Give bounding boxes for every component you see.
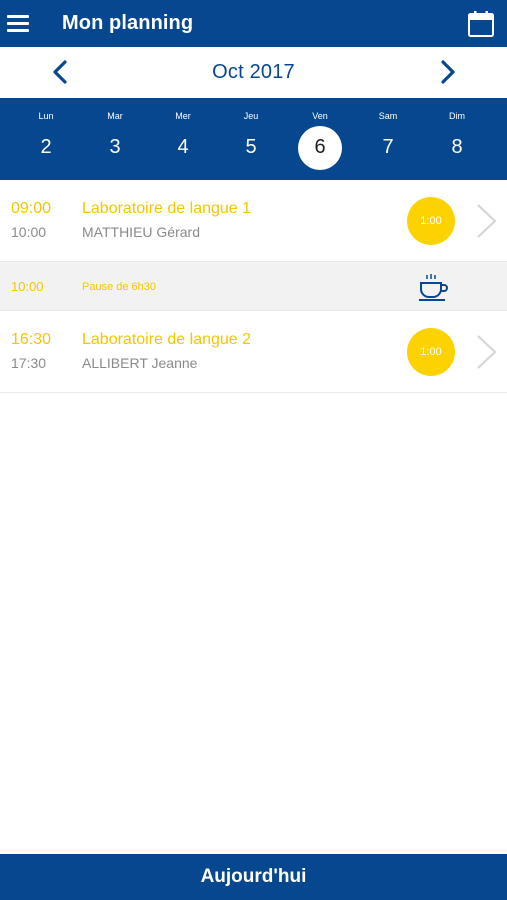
month-label: Oct 2017 xyxy=(212,61,295,83)
calendar-icon[interactable] xyxy=(467,10,495,38)
duration-badge: 1:00 xyxy=(407,328,455,376)
pause-item: 10:00 Pause de 6h30 xyxy=(0,262,507,311)
page-title: Mon planning xyxy=(62,12,194,34)
day-mer[interactable]: Mer 4 xyxy=(153,98,213,180)
day-number: 4 xyxy=(177,136,189,158)
day-name: Sam xyxy=(378,111,398,121)
month-navigation: Oct 2017 xyxy=(0,47,507,98)
event-end-time: 10:00 xyxy=(11,224,47,240)
event-end-time: 17:30 xyxy=(11,355,47,371)
day-number: 2 xyxy=(40,136,52,158)
day-name: Ven xyxy=(312,111,328,121)
event-teacher: ALLIBERT Jeanne xyxy=(82,355,198,371)
day-number: 3 xyxy=(109,136,121,158)
event-start-time: 09:00 xyxy=(11,200,52,217)
day-number: 8 xyxy=(451,136,463,158)
day-lun[interactable]: Lun 2 xyxy=(16,98,76,180)
pause-time: 10:00 xyxy=(11,279,44,294)
chevron-right-icon[interactable] xyxy=(474,202,500,240)
week-strip: Lun 2 Mar 3 Mer 4 Jeu 5 Ven 6 Sam 7 Dim … xyxy=(0,98,507,180)
day-jeu[interactable]: Jeu 5 xyxy=(221,98,281,180)
event-title: Laboratoire de langue 1 xyxy=(82,200,252,217)
day-sam[interactable]: Sam 7 xyxy=(358,98,418,180)
day-number: 7 xyxy=(382,136,394,158)
day-ven-selected[interactable]: Ven 6 xyxy=(290,98,350,180)
duration-badge: 1:00 xyxy=(407,197,455,245)
app-bar: Mon planning xyxy=(0,0,507,47)
day-mar[interactable]: Mar 3 xyxy=(85,98,145,180)
coffee-cup-icon xyxy=(419,274,448,301)
hamburger-menu-icon[interactable] xyxy=(7,13,29,33)
event-item[interactable]: 09:00 10:00 Laboratoire de langue 1 MATT… xyxy=(0,180,507,262)
day-dim[interactable]: Dim 8 xyxy=(427,98,487,180)
day-number: 5 xyxy=(245,136,257,158)
event-item[interactable]: 16:30 17:30 Laboratoire de langue 2 ALLI… xyxy=(0,311,507,393)
pause-label: Pause de 6h30 xyxy=(82,281,157,293)
day-number: 6 xyxy=(314,136,326,158)
day-name: Mar xyxy=(107,111,123,121)
day-name: Dim xyxy=(449,111,465,121)
schedule-list: 09:00 10:00 Laboratoire de langue 1 MATT… xyxy=(0,180,507,393)
today-button[interactable]: Aujourd'hui xyxy=(0,854,507,900)
chevron-right-icon[interactable] xyxy=(434,59,460,85)
day-name: Mer xyxy=(175,111,191,121)
day-name: Lun xyxy=(38,111,54,121)
event-start-time: 16:30 xyxy=(11,331,52,348)
chevron-right-icon[interactable] xyxy=(474,333,500,371)
event-teacher: MATTHIEU Gérard xyxy=(82,224,200,240)
event-title: Laboratoire de langue 2 xyxy=(82,331,252,348)
day-name: Jeu xyxy=(243,111,259,121)
